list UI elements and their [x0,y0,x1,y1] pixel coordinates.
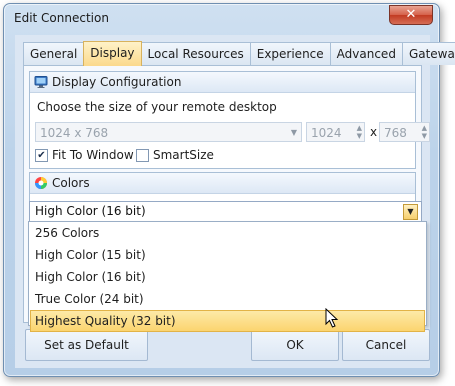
set-as-default-button[interactable]: Set as Default [25,329,148,361]
tab-advanced[interactable]: Advanced [329,42,403,65]
color-option-16bit[interactable]: High Color (16 bit) [30,266,425,288]
height-value: 768 [384,126,407,140]
tab-display[interactable]: Display [83,41,142,66]
display-configuration-title: Display Configuration [52,75,182,89]
width-value: 1024 [311,126,342,140]
spinner-arrows-icon: ▲ ▼ [356,124,362,140]
colors-title: Colors [52,176,90,190]
color-depth-dropdown-list: 256 Colors High Color (15 bit) High Colo… [28,221,427,332]
tab-gateway[interactable]: Gateway [401,42,455,65]
spinner-arrows-icon: ▲ ▼ [421,124,427,140]
cancel-button[interactable]: Cancel [342,329,430,361]
smartsize-checkbox[interactable] [136,149,149,162]
colors-header: Colors [30,173,415,194]
color-wheel-icon [35,177,47,189]
color-option-32bit[interactable]: Highest Quality (32 bit) [30,310,425,332]
dimension-separator: x [370,125,378,139]
chevron-down-icon: ▼ [290,128,297,137]
height-spinner[interactable]: 768 ▲ ▼ [379,122,430,142]
fit-to-window-label[interactable]: Fit To Window [52,148,134,162]
monitor-icon [34,76,48,88]
tab-general[interactable]: General [23,42,85,65]
tab-local-resources[interactable]: Local Resources [140,42,251,65]
close-icon: ✕ [405,7,417,22]
smartsize-label[interactable]: SmartSize [153,148,214,162]
resolution-select[interactable]: 1024 x 768 ▼ [35,122,302,142]
resolution-value: 1024 x 768 [40,126,109,140]
display-configuration-header: Display Configuration [30,72,415,93]
tab-strip: General Display Local Resources Experien… [23,41,455,66]
width-spinner[interactable]: 1024 ▲ ▼ [306,122,365,142]
color-depth-select[interactable]: High Color (16 bit) ▼ [29,201,422,222]
ok-button[interactable]: OK [251,329,339,361]
color-depth-value: High Color (16 bit) [35,204,146,218]
resolution-prompt: Choose the size of your remote desktop [37,100,277,114]
close-button[interactable]: ✕ [389,5,433,25]
fit-to-window-checkbox[interactable]: ✔ [35,149,48,162]
mouse-pointer-icon [325,308,339,328]
chevron-down-icon[interactable]: ▼ [403,204,418,220]
color-option-256[interactable]: 256 Colors [30,222,425,244]
color-option-15bit[interactable]: High Color (15 bit) [30,244,425,266]
tab-experience[interactable]: Experience [249,42,331,65]
window-title: Edit Connection [14,11,109,25]
color-option-24bit[interactable]: True Color (24 bit) [30,288,425,310]
display-configuration-group: Display Configuration Choose the size of… [29,71,430,169]
